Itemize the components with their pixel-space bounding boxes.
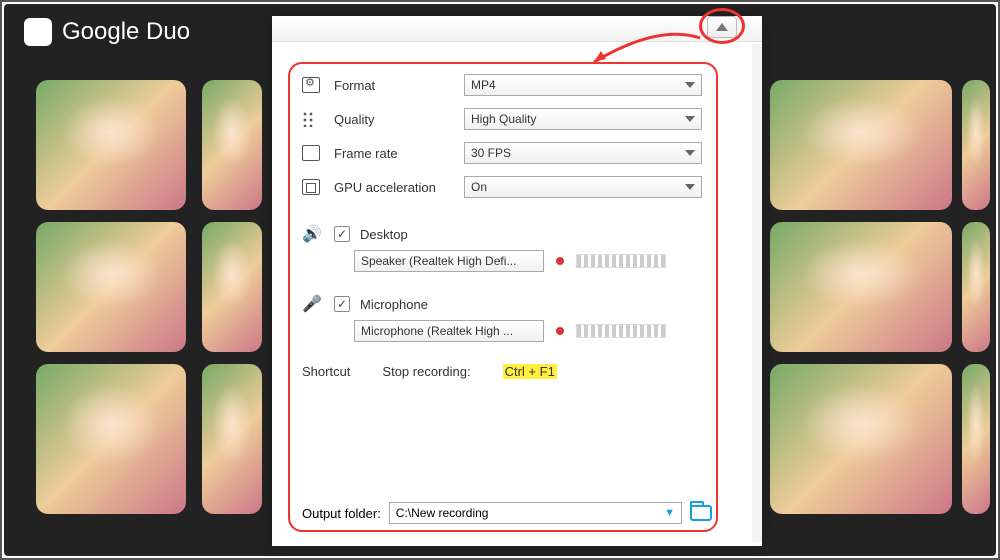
- format-value: MP4: [471, 78, 496, 92]
- output-folder-input[interactable]: C:\New recording ▼: [389, 502, 682, 524]
- video-thumbnail[interactable]: [36, 222, 186, 352]
- thumbnail-column-edge: [962, 80, 990, 514]
- settings-form: Format MP4 Quality High Quality Frame ra…: [302, 74, 702, 379]
- mic-audio-checkbox[interactable]: [334, 296, 350, 312]
- stop-recording-label: Stop recording:: [382, 364, 470, 379]
- desktop-device-row: Speaker (Realtek High Defi...: [354, 250, 702, 272]
- output-folder-label: Output folder:: [302, 506, 381, 521]
- video-thumbnail[interactable]: [770, 80, 952, 210]
- video-thumbnail[interactable]: [962, 222, 990, 352]
- film-frame-icon: [302, 145, 320, 161]
- framerate-value: 30 FPS: [471, 146, 511, 160]
- quality-dropdown[interactable]: High Quality: [464, 108, 702, 130]
- gpu-label: GPU acceleration: [334, 180, 464, 195]
- video-thumbnail[interactable]: [36, 80, 186, 210]
- collapse-panel-button[interactable]: [707, 16, 737, 38]
- video-thumbnail[interactable]: [962, 364, 990, 514]
- mic-audio-label: Microphone: [360, 297, 428, 312]
- output-folder-value: C:\New recording: [396, 506, 489, 520]
- desktop-device-dropdown[interactable]: Speaker (Realtek High Defi...: [354, 250, 544, 272]
- gpu-chip-icon: [302, 179, 320, 195]
- video-thumbnail[interactable]: [202, 80, 262, 210]
- chevron-down-icon: [685, 184, 695, 195]
- brand-name: Google Duo: [62, 18, 190, 46]
- video-thumbnail[interactable]: [202, 222, 262, 352]
- format-gear-icon: [302, 77, 320, 93]
- shortcut-keybind[interactable]: Ctrl + F1: [503, 364, 557, 379]
- chevron-down-icon: [685, 82, 695, 93]
- quality-row: Quality High Quality: [302, 108, 702, 130]
- browse-folder-icon[interactable]: [690, 505, 712, 521]
- framerate-label: Frame rate: [334, 146, 464, 161]
- mic-device-value: Microphone (Realtek High ...: [361, 324, 513, 338]
- desktop-audio-checkbox[interactable]: [334, 226, 350, 242]
- thumbnail-column-left: [36, 80, 186, 514]
- thumbnail-column-cropped: [202, 80, 262, 514]
- desktop-audio-row: 🔊 Desktop: [302, 224, 702, 244]
- framerate-row: Frame rate 30 FPS: [302, 142, 702, 164]
- quality-value: High Quality: [471, 112, 536, 126]
- video-thumbnail[interactable]: [770, 364, 952, 514]
- shortcut-section-label: Shortcut: [302, 364, 350, 379]
- recording-dot-icon: [556, 257, 564, 265]
- format-row: Format MP4: [302, 74, 702, 96]
- dropdown-caret-icon: ▼: [664, 507, 675, 519]
- format-dropdown[interactable]: MP4: [464, 74, 702, 96]
- gpu-dropdown[interactable]: On: [464, 176, 702, 198]
- chevron-down-icon: [685, 116, 695, 127]
- audio-level-meter: [576, 324, 666, 338]
- quality-dots-icon: [302, 111, 320, 127]
- mic-audio-row: 🎤 Microphone: [302, 294, 702, 314]
- format-label: Format: [334, 78, 464, 93]
- video-camera-icon: [24, 18, 52, 46]
- triangle-up-icon: [716, 17, 728, 31]
- shortcut-row: Shortcut Stop recording: Ctrl + F1: [302, 364, 702, 379]
- scrollbar-track[interactable]: [752, 44, 762, 542]
- gpu-row: GPU acceleration On: [302, 176, 702, 198]
- mic-device-dropdown[interactable]: Microphone (Realtek High ...: [354, 320, 544, 342]
- microphone-icon: 🎤: [302, 294, 322, 314]
- audio-section: 🔊 Desktop Speaker (Realtek High Defi... …: [302, 224, 702, 342]
- video-thumbnail[interactable]: [770, 222, 952, 352]
- speaker-icon: 🔊: [302, 224, 322, 244]
- mic-device-row: Microphone (Realtek High ...: [354, 320, 702, 342]
- audio-level-meter: [576, 254, 666, 268]
- framerate-dropdown[interactable]: 30 FPS: [464, 142, 702, 164]
- video-thumbnail[interactable]: [962, 80, 990, 210]
- video-thumbnail[interactable]: [36, 364, 186, 514]
- panel-titlebar: [272, 16, 762, 42]
- gpu-value: On: [471, 180, 487, 194]
- desktop-device-value: Speaker (Realtek High Defi...: [361, 254, 516, 268]
- quality-label: Quality: [334, 112, 464, 127]
- output-folder-row: Output folder: C:\New recording ▼: [302, 502, 712, 524]
- chevron-down-icon: [685, 150, 695, 161]
- thumbnail-column-right: [770, 80, 952, 514]
- video-thumbnail[interactable]: [202, 364, 262, 514]
- recording-dot-icon: [556, 327, 564, 335]
- desktop-audio-label: Desktop: [360, 227, 408, 242]
